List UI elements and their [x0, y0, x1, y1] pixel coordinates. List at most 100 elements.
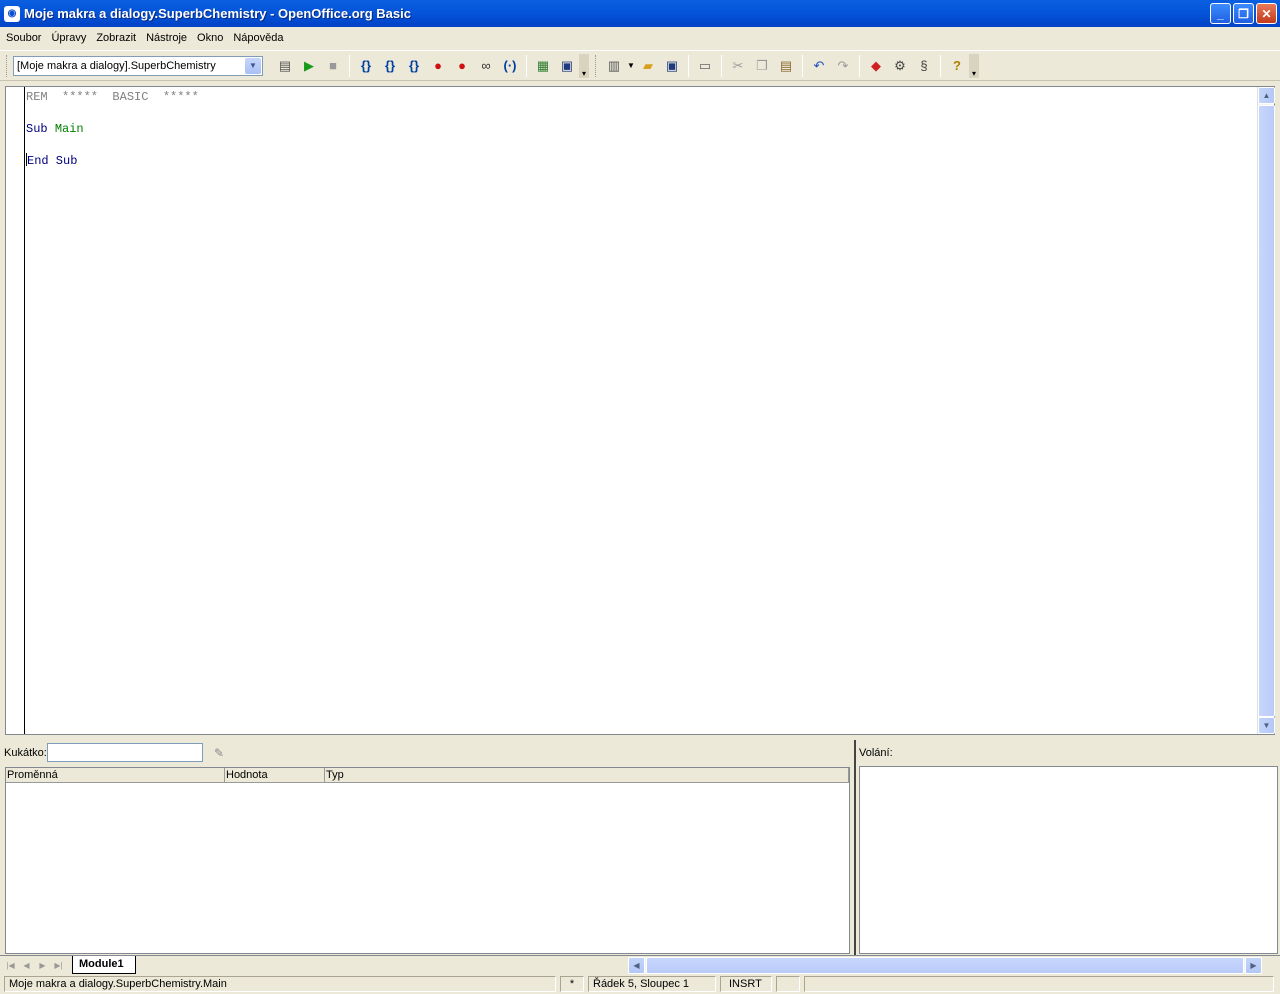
horizontal-scrollbar[interactable]: ◀ ▶: [628, 957, 1262, 974]
run-button[interactable]: ▶: [297, 54, 321, 78]
breakpoint-button[interactable]: ●: [426, 54, 450, 78]
column-type[interactable]: Typ: [325, 768, 849, 782]
save-source-icon: ▣: [560, 57, 574, 73]
calls-panel: Volání:: [854, 740, 1280, 955]
modules-button[interactable]: §: [912, 54, 936, 78]
restore-button[interactable]: ❐: [1233, 3, 1254, 24]
undo-button[interactable]: ↶: [807, 54, 831, 78]
code-editor[interactable]: REM ***** BASIC ***** Sub Main End Sub ▲ ▼: [5, 86, 1275, 735]
library-select[interactable]: [Moje makra a dialogy].SuperbChemistry ▼: [13, 55, 263, 76]
scrollbar-thumb[interactable]: [1258, 105, 1275, 717]
code-line[interactable]: Sub Main: [26, 121, 199, 137]
redo-button[interactable]: ↷: [831, 54, 855, 78]
select-module-button[interactable]: ◆: [864, 54, 888, 78]
scroll-down-button[interactable]: ▼: [1258, 717, 1275, 734]
menu-zobrazit[interactable]: Zobrazit: [91, 32, 141, 44]
insert-source-button[interactable]: ▦: [531, 54, 555, 78]
step-into-icon: {}: [360, 58, 372, 73]
toolbar-separator: [526, 54, 527, 77]
menu-okno[interactable]: Okno: [192, 32, 228, 44]
horizontal-scrollbar-thumb[interactable]: [646, 957, 1244, 974]
menu-napoveda[interactable]: Nápověda: [228, 32, 288, 44]
toolbar-separator: [940, 54, 941, 77]
save-button[interactable]: ▣: [660, 54, 684, 78]
window-title: Moje makra a dialogy.SuperbChemistry - O…: [24, 6, 411, 21]
watch-table-header: Proměnná Hodnota Typ: [6, 768, 849, 783]
new-button[interactable]: ▥: [602, 54, 626, 78]
compile-icon: ▤: [278, 57, 292, 73]
enable-watch-button[interactable]: ∞: [474, 54, 498, 78]
chevron-down-icon[interactable]: ▼: [245, 57, 261, 74]
step-over-icon: {}: [384, 58, 396, 73]
menu-upravy[interactable]: Úpravy: [46, 32, 91, 44]
open-button[interactable]: ▰: [636, 54, 660, 78]
toolbar-separator: [349, 54, 350, 77]
chevron-right-icon: ▶: [1250, 961, 1257, 970]
toolbar-grip[interactable]: [595, 54, 598, 77]
menu-nastroje[interactable]: Nástroje: [141, 32, 192, 44]
menu-soubor[interactable]: Soubor: [1, 32, 46, 44]
status-insert-mode[interactable]: INSRT: [720, 976, 772, 992]
openoffice-icon: ◉: [4, 5, 20, 22]
scroll-left-button[interactable]: ◀: [628, 957, 645, 974]
tab-module1[interactable]: Module1: [72, 956, 136, 974]
scroll-right-button[interactable]: ▶: [1245, 957, 1262, 974]
code-token: Main: [54, 122, 84, 136]
step-into-button[interactable]: {}: [354, 54, 378, 78]
remove-watch-button[interactable]: ✎: [208, 743, 230, 762]
library-select-value: [Moje makra a dialogy].SuperbChemistry: [17, 59, 216, 72]
shapes-icon: ◆: [871, 57, 881, 73]
parentheses-icon: (·): [503, 58, 517, 73]
close-button[interactable]: ✕: [1256, 3, 1277, 24]
prev-tab-button[interactable]: ◀: [19, 958, 34, 972]
compile-button[interactable]: ▤: [273, 54, 297, 78]
save-source-button[interactable]: ▣: [555, 54, 579, 78]
undo-icon: ↶: [813, 57, 825, 73]
toolbar-grip[interactable]: [6, 54, 9, 77]
toolbar-overflow[interactable]: ▾: [969, 53, 979, 78]
code-area[interactable]: REM ***** BASIC ***** Sub Main End Sub: [26, 89, 199, 169]
step-out-button[interactable]: {}: [402, 54, 426, 78]
toolbar-overflow[interactable]: ▾: [579, 53, 589, 78]
code-line[interactable]: [26, 137, 199, 153]
new-document-icon: ▥: [607, 57, 621, 73]
code-line[interactable]: REM ***** BASIC *****: [26, 89, 199, 105]
stop-button[interactable]: ■: [321, 54, 345, 78]
calls-list[interactable]: [859, 766, 1278, 954]
manage-breakpoints-button[interactable]: ●: [450, 54, 474, 78]
watch-input[interactable]: [47, 743, 203, 762]
copy-button[interactable]: ❐: [750, 54, 774, 78]
copy-icon: ❐: [756, 57, 768, 73]
find-parentheses-button[interactable]: (·): [498, 54, 522, 78]
printer-icon: ▭: [698, 57, 712, 73]
code-line[interactable]: End Sub: [26, 153, 199, 169]
breakpoint-gutter[interactable]: [6, 87, 25, 734]
step-over-button[interactable]: {}: [378, 54, 402, 78]
clipboard-icon: ▤: [779, 57, 793, 73]
last-tab-button[interactable]: ▶|: [51, 958, 66, 972]
scroll-up-button[interactable]: ▲: [1258, 87, 1275, 104]
macros-button[interactable]: ⚙: [888, 54, 912, 78]
paste-button[interactable]: ▤: [774, 54, 798, 78]
status-selection-mode[interactable]: [776, 976, 800, 992]
watch-table[interactable]: Proměnná Hodnota Typ: [5, 767, 850, 954]
first-tab-button[interactable]: |◀: [3, 958, 18, 972]
toolbar-separator: [802, 54, 803, 77]
cut-button[interactable]: ✂: [726, 54, 750, 78]
calls-label: Volání:: [859, 747, 893, 759]
next-tab-button[interactable]: ▶: [35, 958, 50, 972]
column-variable[interactable]: Proměnná: [6, 768, 225, 782]
chevron-down-icon: ▼: [627, 61, 635, 70]
new-dropdown[interactable]: ▼: [626, 54, 636, 78]
code-line[interactable]: [26, 105, 199, 121]
help-button[interactable]: ?: [945, 54, 969, 78]
last-icon: ▶|: [54, 960, 63, 970]
scissors-icon: ✂: [732, 57, 744, 73]
macro-toolbar: [Moje makra a dialogy].SuperbChemistry ▼…: [0, 50, 1280, 81]
print-button[interactable]: ▭: [693, 54, 717, 78]
watch-label: Kukátko:: [4, 747, 47, 759]
prev-icon: ◀: [23, 960, 30, 970]
column-value[interactable]: Hodnota: [225, 768, 325, 782]
minimize-button[interactable]: _: [1210, 3, 1231, 24]
vertical-scrollbar[interactable]: ▲ ▼: [1257, 87, 1275, 734]
